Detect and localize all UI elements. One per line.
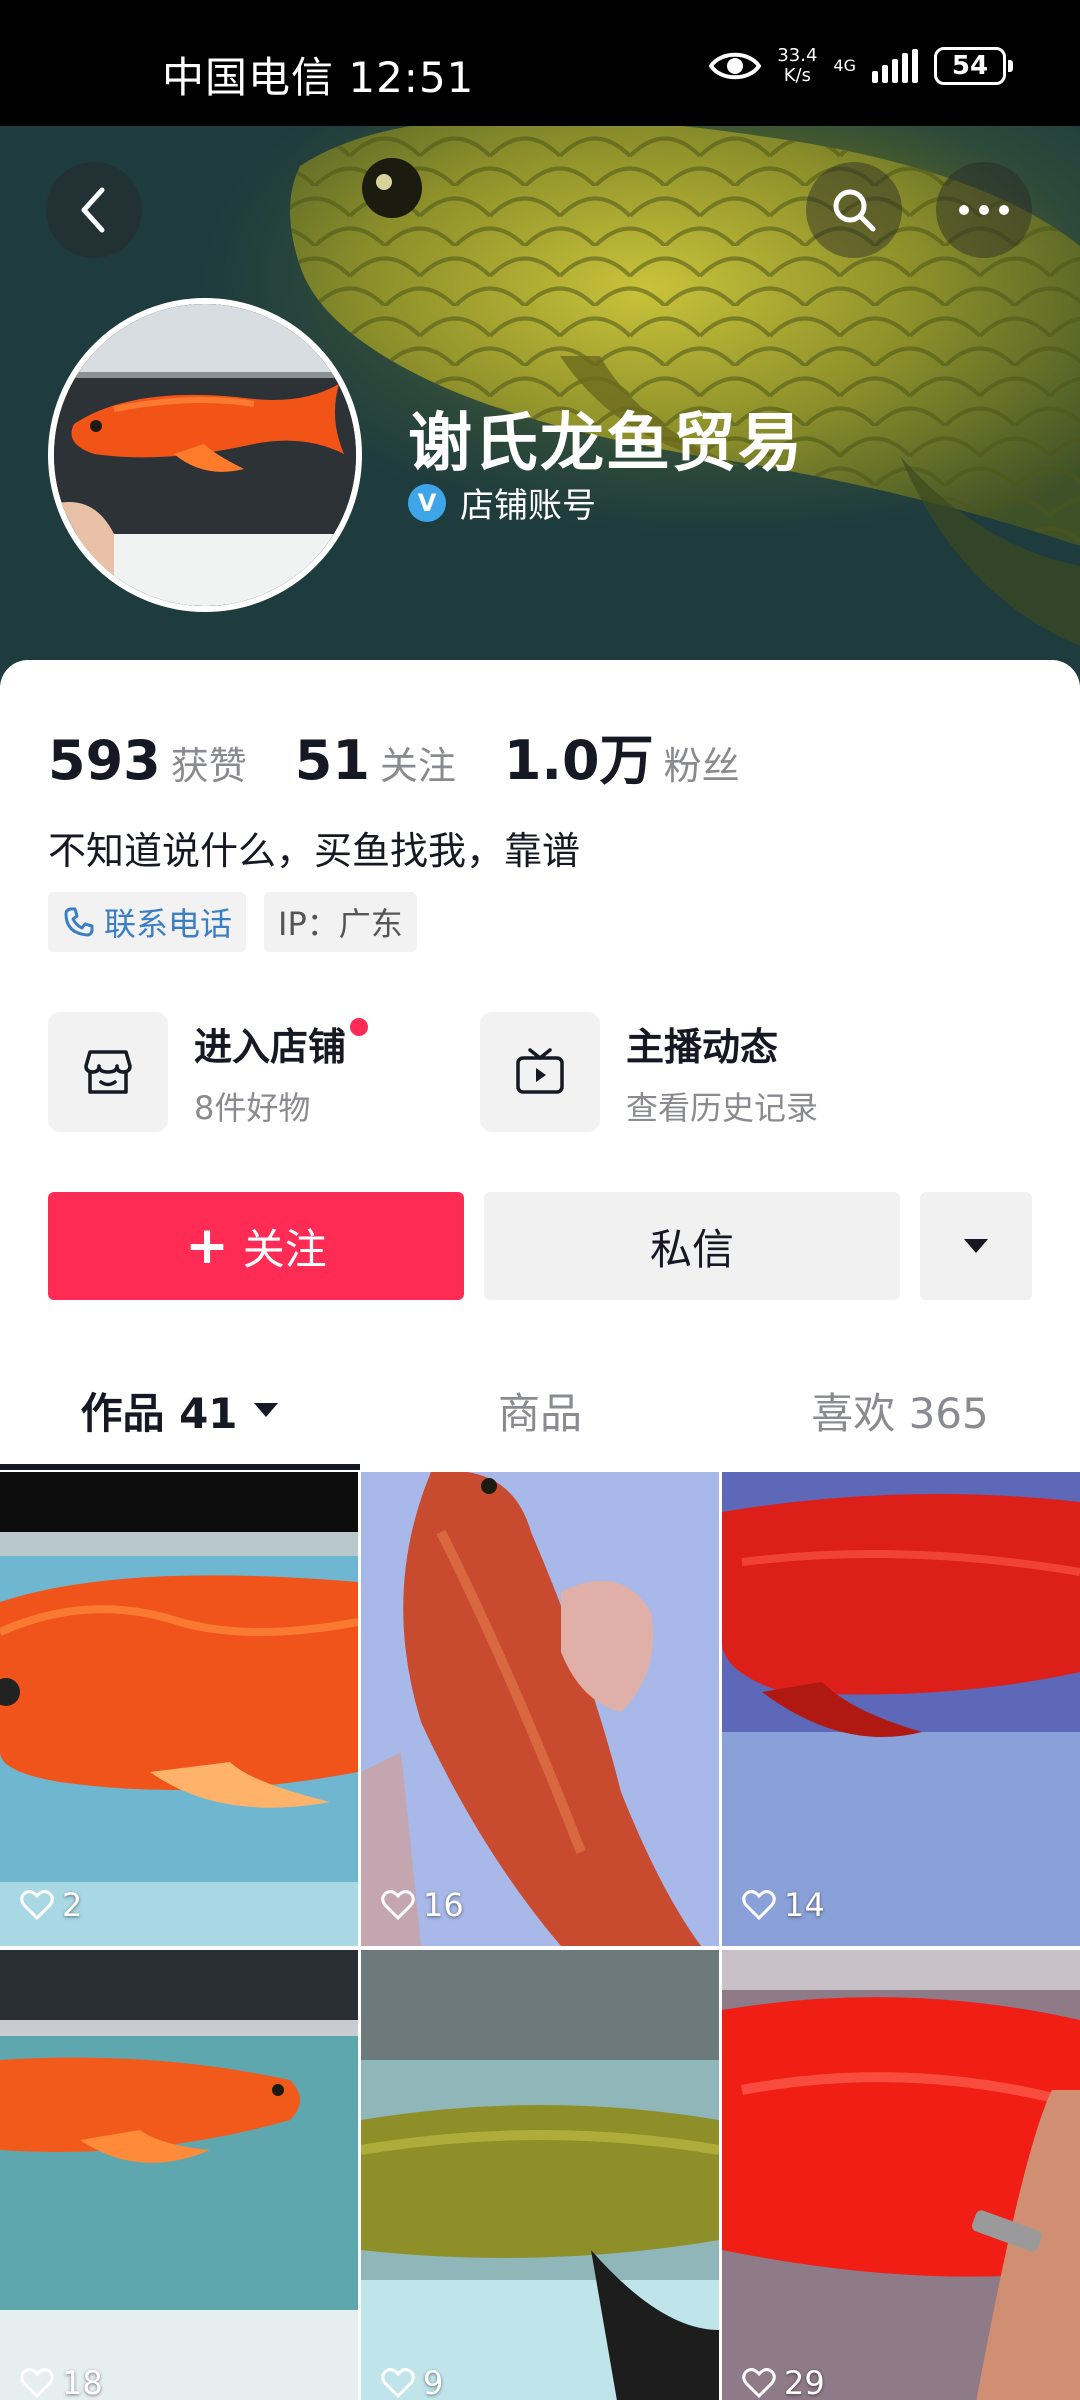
- tab-liked[interactable]: 喜欢 365: [720, 1350, 1080, 1470]
- stat-following[interactable]: 51 关注: [295, 729, 456, 792]
- video-thumbnail[interactable]: 14: [722, 1472, 1080, 1946]
- live-entry-subtitle: 查看历史记录: [626, 1088, 819, 1127]
- heart-outline-icon: [20, 1890, 54, 1920]
- video-likes: 16: [381, 1886, 464, 1924]
- follow-button[interactable]: + 关注: [48, 1192, 464, 1300]
- shop-entry-subtitle: 8件好物: [194, 1088, 311, 1127]
- video-thumbnail[interactable]: 9: [361, 1950, 719, 2400]
- more-dots-icon: [959, 205, 1009, 215]
- profile-card: 593 获赞 51 关注 1.0万 粉丝 不知道说什么，买鱼找我，靠谱 联系电话…: [0, 660, 1080, 2400]
- plus-icon: +: [185, 1216, 229, 1276]
- search-icon: [833, 189, 876, 232]
- video-likes: 2: [20, 1886, 82, 1924]
- search-button[interactable]: [806, 162, 902, 258]
- chevron-left-icon: [81, 187, 105, 233]
- status-bar: 中国电信 12:51 33.4 K/s 4G 54: [0, 0, 1080, 126]
- video-thumbnail[interactable]: 18: [0, 1950, 358, 2400]
- heart-outline-icon: [742, 1890, 776, 1920]
- tv-icon-box: [480, 1012, 600, 1132]
- status-icons: 33.4 K/s 4G 54: [709, 45, 1013, 86]
- shop-icon-box: [48, 1012, 168, 1132]
- net-speed: 33.4 K/s: [777, 45, 818, 86]
- video-thumbnail[interactable]: 2: [0, 1472, 358, 1946]
- avatar-fish-image: [54, 304, 356, 606]
- shop-entry-title: 进入店铺: [194, 1016, 369, 1071]
- video-likes: 9: [381, 2364, 443, 2400]
- video-cover-image: [361, 1472, 719, 1946]
- stat-likes-received[interactable]: 593 获赞: [48, 729, 247, 792]
- more-options-button[interactable]: [936, 162, 1032, 258]
- caret-down-icon: [253, 1403, 278, 1417]
- live-entry-title: 主播动态: [626, 1024, 779, 1069]
- verified-account: V 店铺账号: [408, 478, 596, 527]
- tab-works[interactable]: 作品 41: [0, 1350, 360, 1470]
- profile-bio: 不知道说什么，买鱼找我，靠谱: [48, 829, 581, 873]
- avatar[interactable]: [48, 298, 362, 612]
- tab-products[interactable]: 商品: [360, 1350, 720, 1470]
- shop-icon: [84, 1050, 132, 1094]
- notification-dot: [350, 1017, 369, 1036]
- phone-icon: [64, 907, 94, 937]
- video-grid: 2 16 14 18 9 29: [0, 1472, 1080, 2400]
- stat-followers[interactable]: 1.0万 粉丝: [504, 716, 740, 795]
- video-likes: 29: [742, 2364, 825, 2400]
- video-cover-image: [0, 1950, 358, 2400]
- signal-icon: [872, 49, 918, 83]
- ip-location-tag: IP：广东: [264, 892, 417, 952]
- video-cover-image: [722, 1950, 1080, 2400]
- heart-outline-icon: [20, 2368, 54, 2398]
- profile-name: 谢氏龙鱼贸易: [408, 407, 804, 481]
- profile-banner: 谢氏龙鱼贸易 V 店铺账号: [0, 126, 1080, 686]
- carrier-time: 中国电信 12:51: [162, 53, 475, 102]
- content-tabs: 作品 41 商品 喜欢 365: [0, 1350, 1080, 1470]
- tv-play-icon: [516, 1048, 564, 1094]
- video-cover-image: [361, 1950, 719, 2400]
- profile-tags: 联系电话 IP：广东: [48, 892, 417, 952]
- live-history-entry[interactable]: 主播动态 查看历史记录: [480, 1012, 818, 1132]
- profile-stats: 593 获赞 51 关注 1.0万 粉丝: [48, 716, 788, 795]
- back-button[interactable]: [46, 162, 142, 258]
- heart-outline-icon: [381, 2368, 415, 2398]
- verified-label: 店铺账号: [460, 486, 596, 526]
- recommend-dropdown-button[interactable]: [920, 1192, 1032, 1300]
- verified-badge-icon: V: [408, 483, 446, 522]
- caret-down-icon: [964, 1239, 988, 1253]
- video-thumbnail[interactable]: 29: [722, 1950, 1080, 2400]
- video-cover-image: [722, 1472, 1080, 1946]
- heart-outline-icon: [742, 2368, 776, 2398]
- contact-phone-tag[interactable]: 联系电话: [48, 892, 247, 952]
- heart-outline-icon: [381, 1890, 415, 1920]
- video-likes: 18: [20, 2364, 103, 2400]
- video-thumbnail[interactable]: 16: [361, 1472, 719, 1946]
- active-tab-indicator: [0, 1464, 360, 1470]
- shop-entry[interactable]: 进入店铺 8件好物: [48, 1012, 369, 1132]
- video-cover-image: [0, 1472, 358, 1946]
- network-type: 4G: [833, 56, 856, 75]
- message-button[interactable]: 私信: [484, 1192, 900, 1300]
- battery-icon: 54: [934, 47, 1013, 85]
- video-likes: 14: [742, 1886, 825, 1924]
- eye-comfort-icon: [709, 52, 762, 80]
